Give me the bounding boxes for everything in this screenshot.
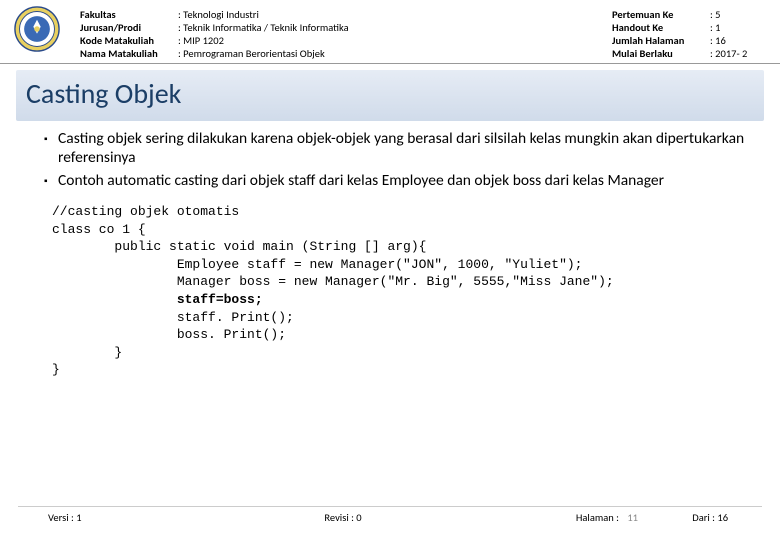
bullet-marker: ▪ [44, 129, 58, 168]
code-line: //casting objek otomatis [52, 204, 239, 219]
footer-page-number: 11 [627, 511, 638, 524]
document-header: Fakultas Jurusan/Prodi Kode Matakuliah N… [0, 0, 780, 64]
bullet-marker: ▪ [44, 171, 58, 191]
value-mulai: : 2017- 2 [710, 47, 760, 60]
value-nama: : Pemrograman Berorientasi Objek [178, 47, 604, 60]
value-jumlah: : 16 [710, 34, 760, 47]
label-handout: Handout Ke [612, 21, 702, 34]
code-line-bold: staff=boss; [52, 292, 263, 307]
label-jurusan: Jurusan/Prodi [80, 21, 170, 34]
label-mulai: Mulai Berlaku [612, 47, 702, 60]
label-fakultas: Fakultas [80, 8, 170, 21]
value-handout: : 1 [710, 21, 760, 34]
slide-title-bar: Casting Objek [16, 70, 764, 121]
bullet-item: ▪ Contoh automatic casting dari objek st… [44, 171, 750, 191]
label-kode: Kode Matakuliah [80, 34, 170, 47]
footer-revisi: Revisi : 0 [245, 511, 442, 524]
value-pertemuan: : 5 [710, 8, 760, 21]
code-line: class co 1 { [52, 222, 146, 237]
code-line: public static void main (String [] arg){ [52, 239, 426, 254]
code-line: Manager boss = new Manager("Mr. Big", 55… [52, 274, 614, 289]
code-line: } [52, 362, 60, 377]
label-nama: Nama Matakuliah [80, 47, 170, 60]
code-line: } [52, 345, 122, 360]
value-jurusan: : Teknik Informatika / Teknik Informatik… [178, 21, 604, 34]
code-block: //casting objek otomatis class co 1 { pu… [52, 203, 750, 378]
slide-content: ▪ Casting objek sering dilakukan karena … [0, 125, 780, 379]
bullet-text: Casting objek sering dilakukan karena ob… [58, 129, 750, 168]
slide-title: Casting Objek [26, 76, 181, 111]
footer-versi: Versi : 1 [48, 511, 245, 524]
code-line: staff. Print(); [52, 310, 294, 325]
institution-logo [14, 6, 60, 52]
code-line: Employee staff = new Manager("JON", 1000… [52, 257, 583, 272]
label-jumlah: Jumlah Halaman [612, 34, 702, 47]
label-pertemuan: Pertemuan Ke [612, 8, 702, 21]
bullet-text: Contoh automatic casting dari objek staf… [58, 171, 664, 191]
footer-halaman-label: Halaman : [576, 511, 619, 524]
value-kode: : MIP 1202 [178, 34, 604, 47]
bullet-item: ▪ Casting objek sering dilakukan karena … [44, 129, 750, 168]
footer-dari: Dari : 16 [668, 511, 728, 524]
value-fakultas: : Teknologi Industri [178, 8, 604, 21]
header-metadata: Fakultas Jurusan/Prodi Kode Matakuliah N… [80, 6, 760, 61]
document-footer: Versi : 1 Revisi : 0 Halaman : 11 Dari :… [18, 506, 762, 524]
code-line: boss. Print(); [52, 327, 286, 342]
